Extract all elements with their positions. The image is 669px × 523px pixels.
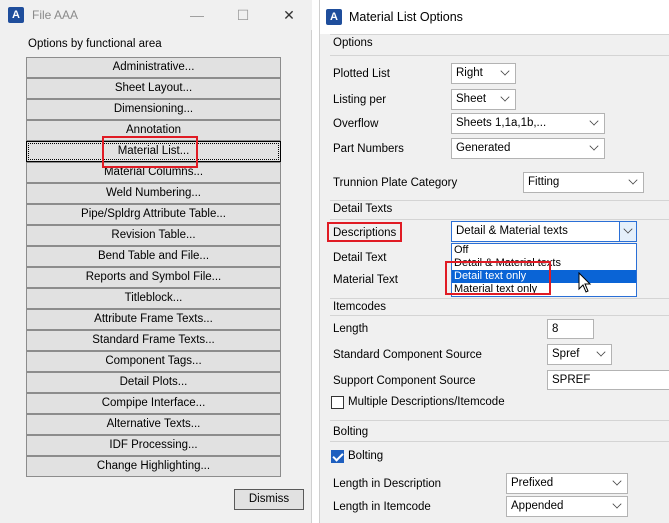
chevron-down-icon [628,175,638,185]
chevron-down-icon [500,92,510,102]
divider [330,315,669,316]
plotted-list-label: Plotted List [333,68,390,80]
dismiss-button[interactable]: Dismiss [234,489,304,510]
divider [330,298,669,299]
functional-area-button[interactable]: Attribute Frame Texts... [26,309,281,330]
length-in-description-label: Length in Description [333,478,442,490]
length-in-description-value: Prefixed [511,477,554,489]
minimize-icon[interactable]: — [174,0,220,30]
part-numbers-label: Part Numbers [333,143,404,155]
bolting-section-title: Bolting [333,426,369,438]
functional-area-button[interactable]: Titleblock... [26,288,281,309]
functional-area-button[interactable]: Dimensioning... [26,99,281,120]
support-source-input[interactable]: SPREF [547,370,669,390]
chevron-down-icon [612,476,622,486]
chevron-down-icon [500,66,510,76]
length-in-itemcode-select[interactable]: Appended [506,496,628,517]
divider [330,34,669,35]
left-window-controls: — ☐ ✕ [174,0,312,30]
length-label: Length [333,323,369,335]
functional-area-button[interactable]: Change Highlighting... [26,456,281,477]
right-title-bar: A Material List Options [320,0,669,34]
std-source-value: Spref [552,348,580,360]
left-title-bar: A File AAA — ☐ ✕ [0,0,312,30]
functional-area-button[interactable]: Alternative Texts... [26,414,281,435]
detail-text-only-highlight [445,261,551,295]
divider [330,441,669,442]
file-options-window: A File AAA — ☐ ✕ Options by functional a… [0,0,312,523]
mouse-cursor-icon [578,272,592,293]
listing-per-value: Sheet [456,93,487,105]
bolting-checkbox[interactable] [331,450,344,463]
overflow-label: Overflow [333,118,379,130]
std-source-label: Standard Component Source [333,349,482,361]
dropdown-option[interactable]: Off [452,244,636,257]
functional-area-button[interactable]: Pipe/Spldrg Attribute Table... [26,204,281,225]
overflow-select[interactable]: Sheets 1,1a,1b,... [451,113,605,134]
app-logo-icon: A [8,7,24,23]
functional-area-button[interactable]: Sheet Layout... [26,78,281,99]
material-text-label: Material Text [333,274,398,286]
length-in-itemcode-value: Appended [511,500,564,512]
bolting-label: Bolting [348,450,384,462]
descriptions-select[interactable]: Detail & Material texts [451,221,637,242]
plotted-list-value: Right [456,67,483,79]
functional-area-buttons: Administrative... Sheet Layout... Dimensio… [26,57,281,477]
chevron-down-icon [596,347,606,357]
std-source-select[interactable]: Spref [547,344,612,365]
functional-area-button[interactable]: Standard Frame Texts... [26,330,281,351]
chevron-down-icon [589,141,599,151]
functional-area-button[interactable]: Component Tags... [26,351,281,372]
material-list-highlight [102,136,198,168]
dropdown-button[interactable] [619,222,636,241]
options-section-title: Options [333,37,373,49]
right-window-title: Material List Options [349,10,463,24]
multiple-descriptions-checkbox[interactable] [331,396,344,409]
functional-area-button[interactable]: Weld Numbering... [26,183,281,204]
plotted-list-select[interactable]: Right [451,63,516,84]
trunnion-select[interactable]: Fitting [523,172,644,193]
app-logo-icon: A [326,9,342,25]
chevron-down-icon [623,224,633,234]
functional-area-button[interactable]: Administrative... [26,57,281,78]
length-in-description-select[interactable]: Prefixed [506,473,628,494]
divider [330,219,669,220]
detail-text-label: Detail Text [333,252,387,264]
chevron-down-icon [612,499,622,509]
length-in-itemcode-label: Length in Itemcode [333,501,431,513]
part-numbers-select[interactable]: Generated [451,138,605,159]
close-icon[interactable]: ✕ [266,0,312,30]
listing-per-label: Listing per [333,94,387,106]
functional-area-button[interactable]: Bend Table and File... [26,246,281,267]
material-list-options-window: A Material List Options Options Plotted … [319,0,669,523]
overflow-value: Sheets 1,1a,1b,... [456,117,547,129]
functional-area-button[interactable]: Detail Plots... [26,372,281,393]
descriptions-value: Detail & Material texts [456,225,568,237]
multiple-descriptions-label: Multiple Descriptions/Itemcode [348,396,505,408]
functional-area-button[interactable]: Revision Table... [26,225,281,246]
divider [330,55,669,56]
maximize-icon[interactable]: ☐ [220,0,266,30]
trunnion-value: Fitting [528,176,560,188]
divider [330,200,669,201]
chevron-down-icon [589,116,599,126]
trunnion-label: Trunnion Plate Category [333,177,458,189]
functional-area-button[interactable]: Reports and Symbol File... [26,267,281,288]
group-label: Options by functional area [28,38,162,50]
detail-texts-section-title: Detail Texts [333,203,393,215]
part-numbers-value: Generated [456,142,511,154]
functional-area-button[interactable]: IDF Processing... [26,435,281,456]
divider [330,420,669,421]
descriptions-highlight [327,222,402,242]
support-source-label: Support Component Source [333,375,476,387]
length-input[interactable]: 8 [547,319,594,339]
left-window-title: File AAA [32,8,79,22]
listing-per-select[interactable]: Sheet [451,89,516,110]
itemcodes-section-title: Itemcodes [333,301,387,313]
functional-area-button[interactable]: Compipe Interface... [26,393,281,414]
